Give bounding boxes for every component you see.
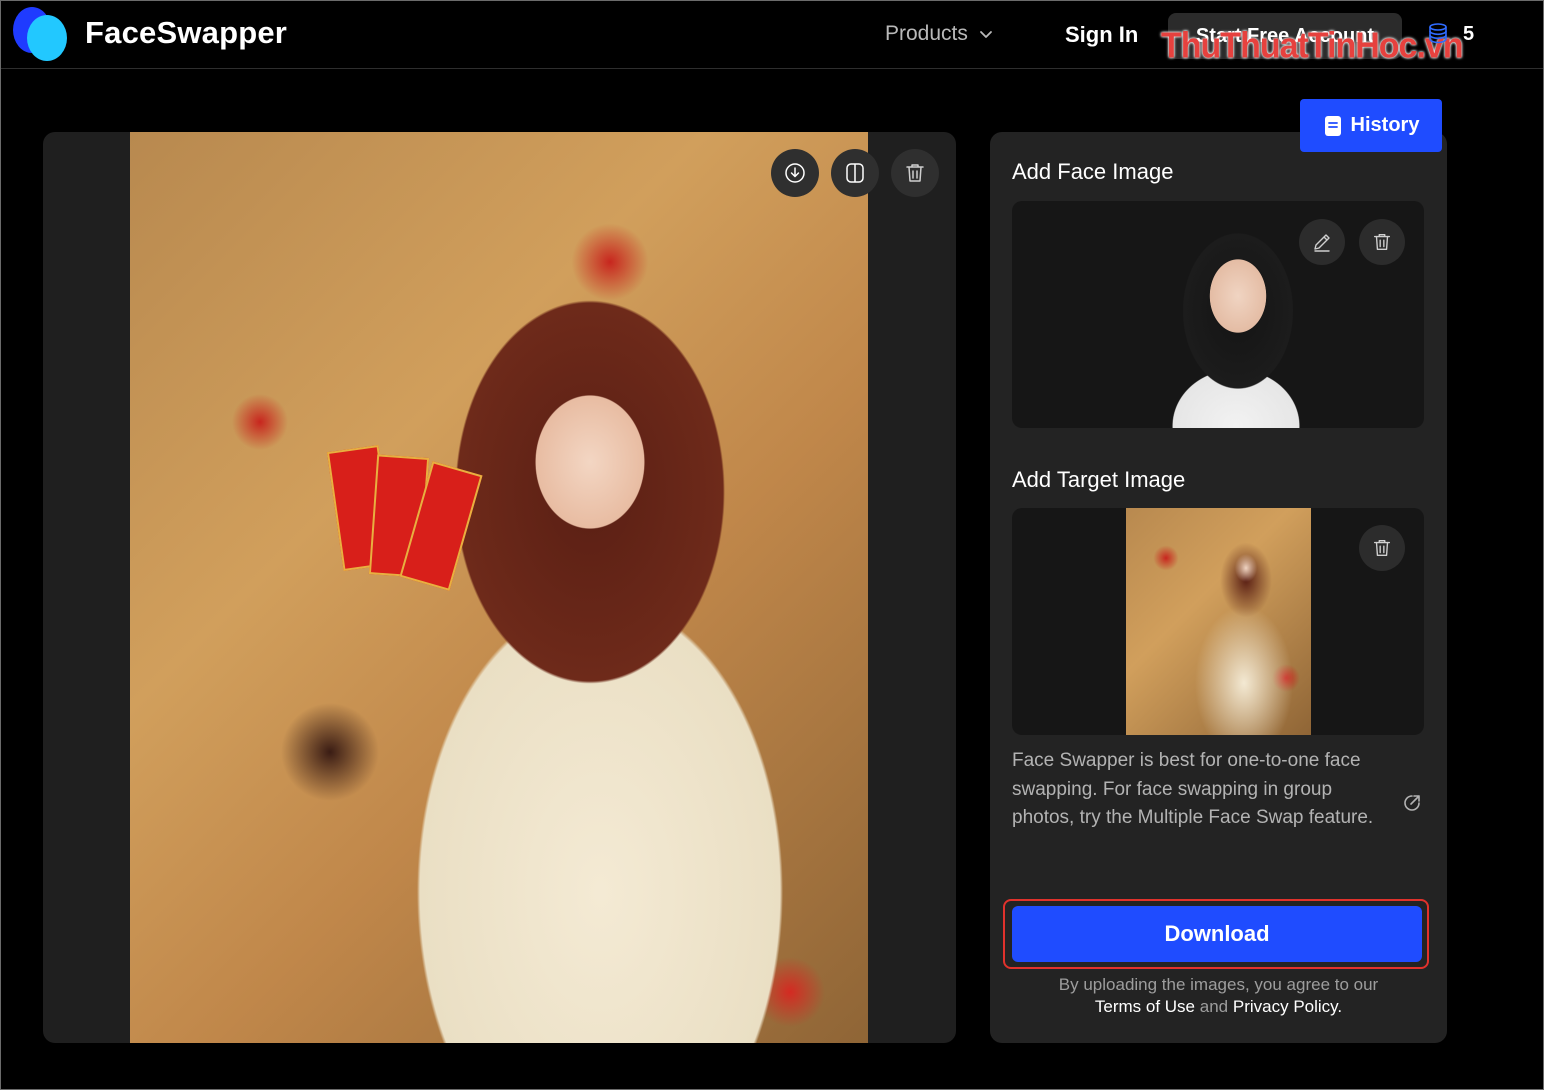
trash-icon [1373,539,1391,557]
delete-target-button[interactable] [1359,525,1405,571]
delete-face-button[interactable] [1359,219,1405,265]
start-free-account-button[interactable]: Start Free Account [1168,13,1402,59]
credits-count: 5 [1463,22,1475,45]
history-document-icon [1324,115,1341,136]
download-icon [785,163,805,183]
face-image-heading: Add Face Image [1012,159,1174,184]
faceswapper-logo-icon[interactable] [13,7,69,63]
trash-icon [906,164,924,182]
tool-description: Face Swapper is best for one-to-one face… [1012,750,1374,828]
result-preview-panel [43,132,956,1043]
edit-face-button[interactable] [1299,219,1345,265]
compare-split-icon [846,163,864,183]
legal-line: By uploading the images, you agree to ou… [1058,975,1379,994]
external-link-icon[interactable] [1400,791,1424,815]
top-navbar: FaceSwapper Products Sign In Start Free … [1,1,1543,69]
swap-controls-panel: Add Face Image Add Target Image Face Swa… [990,132,1447,1043]
terms-of-use-link[interactable]: Terms of Use [1095,997,1195,1016]
brand-name[interactable]: FaceSwapper [85,15,287,51]
download-result-button[interactable] [771,149,819,197]
products-label: Products [885,22,968,45]
history-label: History [1350,114,1420,136]
download-highlight-frame: Download [1003,899,1429,969]
edit-pencil-icon [1314,234,1330,252]
face-image-dropzone[interactable] [1012,201,1424,428]
target-image-dropzone[interactable] [1012,508,1424,735]
swapped-result-image [130,132,868,1043]
credits-counter[interactable]: 5 [1425,21,1474,47]
target-image-heading: Add Target Image [1012,467,1186,492]
sign-in-link[interactable]: Sign In [1065,22,1138,48]
red-envelopes-illustration [326,444,485,598]
legal-notice: By uploading the images, you agree to ou… [990,974,1447,1018]
face-image-thumbnail [1146,201,1314,428]
compare-button[interactable] [831,149,879,197]
target-image-thumbnail [1126,508,1311,735]
coins-stack-icon [1429,23,1447,44]
delete-result-button[interactable] [891,149,939,197]
privacy-policy-link[interactable]: Privacy Policy. [1233,997,1342,1016]
history-button[interactable]: History [1300,99,1442,152]
chevron-down-icon [979,31,992,38]
products-menu[interactable]: Products [885,22,994,46]
trash-icon [1373,233,1391,251]
legal-and: and [1199,997,1229,1016]
download-button[interactable]: Download [1012,906,1422,962]
